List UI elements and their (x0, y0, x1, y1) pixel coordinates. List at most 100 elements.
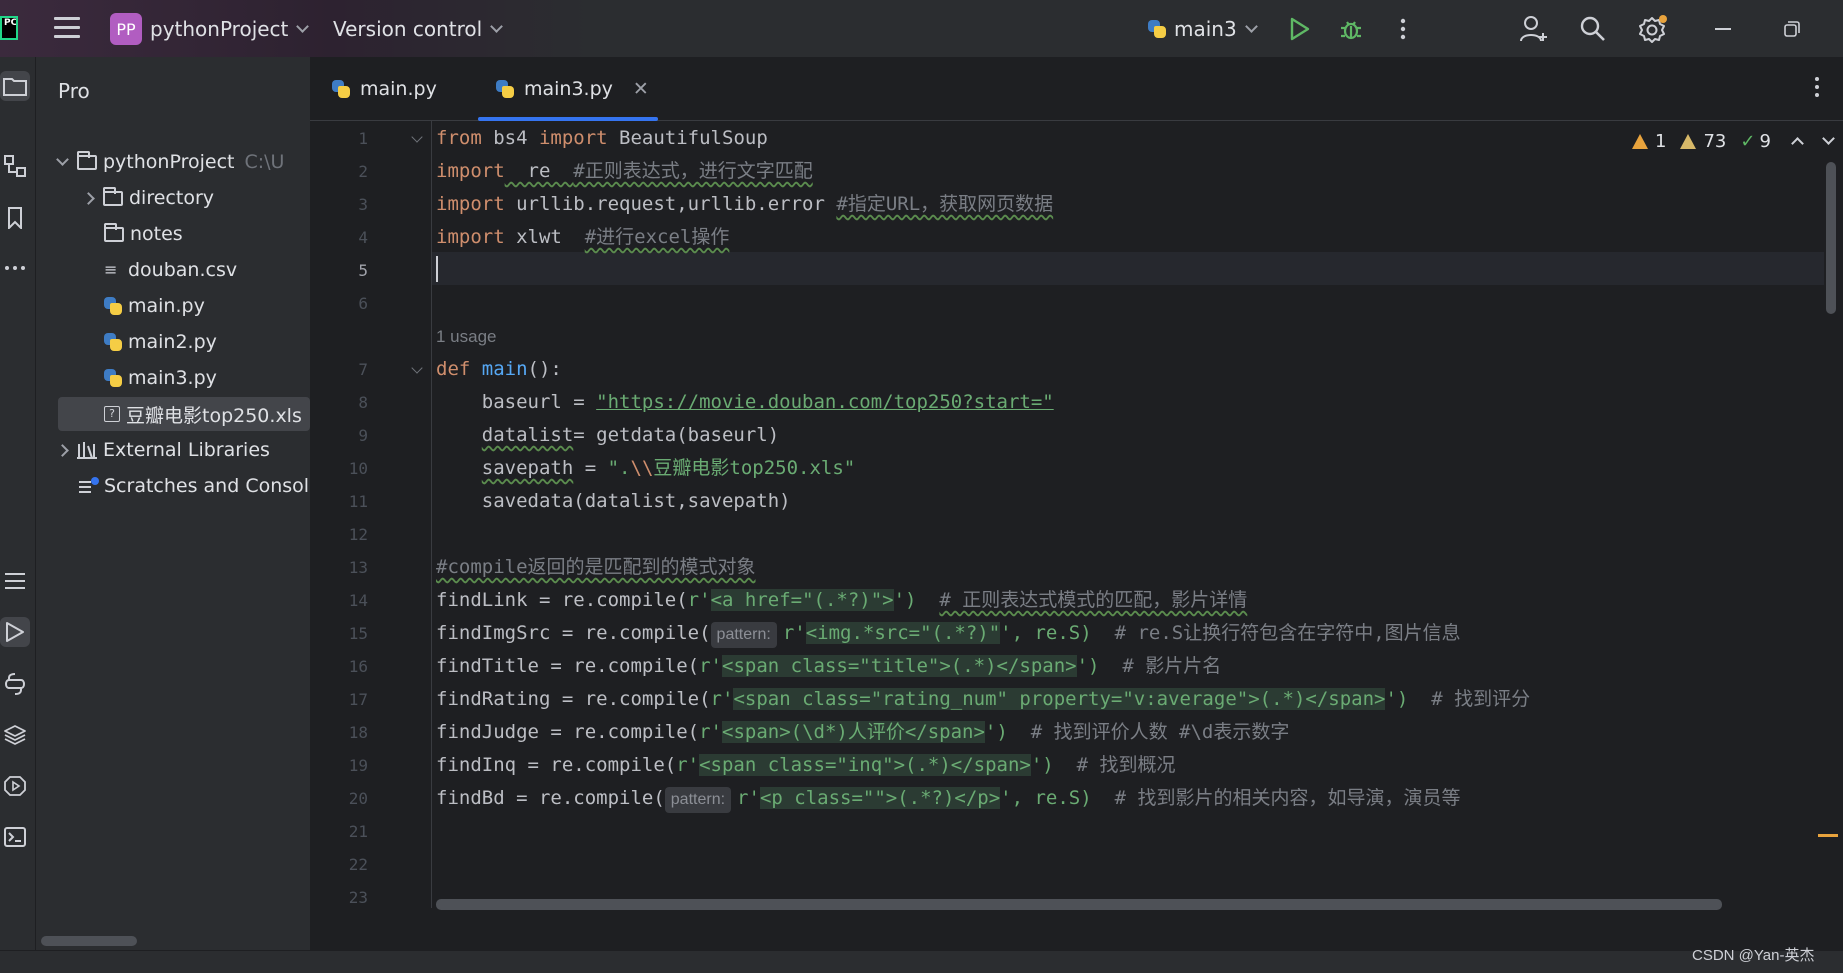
library-icon (77, 441, 97, 459)
project-badge[interactable]: PP (110, 13, 142, 45)
line-number: 8 (358, 393, 368, 412)
code-line-9: datalist= getdata(baseurl) (481, 424, 780, 446)
pane-title: Pro (58, 79, 90, 103)
project-horizontal-scrollbar[interactable] (41, 936, 137, 946)
editor-horizontal-scrollbar[interactable] (436, 899, 1722, 910)
tree-item-douban-csv[interactable]: ≡ douban.csv (36, 253, 310, 287)
terminal-icon[interactable] (0, 822, 30, 852)
tree-root-pythonproject[interactable]: pythonProject C:\U (36, 145, 310, 179)
main-menu-icon[interactable] (54, 17, 80, 39)
folder-icon (77, 150, 97, 170)
line-number: 18 (348, 723, 368, 742)
add-user-icon[interactable] (1519, 14, 1549, 44)
line-number: 1 (358, 129, 368, 148)
line-number: 20 (348, 789, 368, 808)
project-tool-window: Pro pythonProject C:\U directory notes ≡… (36, 57, 310, 950)
tab-main3-py[interactable]: main3.py ✕ (496, 57, 649, 121)
tree-item-label: Scratches and Consoles (104, 475, 310, 497)
scratches-icon (78, 476, 100, 496)
tree-item-label: main2.py (128, 331, 217, 353)
more-actions-icon[interactable] (1388, 14, 1418, 44)
bookmarks-icon[interactable] (0, 203, 30, 233)
editor-vertical-scrollbar[interactable] (1826, 162, 1836, 314)
code-line-1: from bs4 import BeautifulSoup (436, 127, 768, 149)
tree-item-label: 豆瓣电影top250.xls (126, 404, 302, 427)
line-number: 19 (348, 756, 368, 775)
tree-item-notes[interactable]: notes (36, 217, 310, 251)
tree-item-xls[interactable]: ? 豆瓣电影top250.xls (58, 397, 310, 431)
tab-main-py[interactable]: main.py (332, 57, 437, 121)
line-number: 10 (348, 459, 368, 478)
chevron-down-icon (1244, 19, 1258, 33)
tree-item-main3-py[interactable]: main3.py (36, 361, 310, 395)
python-icon (1148, 19, 1166, 38)
code-line-14: findLink = re.compile(r'<a href="(.*?)">… (436, 589, 1248, 611)
python-file-icon (496, 80, 514, 98)
line-number: 9 (358, 426, 368, 445)
line-number: 5 (358, 261, 368, 280)
status-bar (0, 950, 1843, 973)
chevron-down-icon[interactable] (56, 153, 69, 166)
line-number: 16 (348, 657, 368, 676)
code-editor[interactable]: from bs4 import BeautifulSoup import re … (432, 121, 1824, 908)
structure-icon[interactable] (0, 151, 30, 181)
project-name: pythonProject (150, 16, 289, 41)
line-number: 2 (358, 162, 368, 181)
tree-root-label: pythonProject (103, 151, 235, 173)
layers-icon[interactable] (0, 720, 30, 750)
tree-root-path: C:\U (244, 151, 285, 173)
code-line-4: import xlwt #进行excel操作 (436, 226, 730, 248)
tree-item-label: notes (130, 223, 183, 245)
python-packages-icon[interactable] (0, 669, 30, 699)
fold-chevron-icon[interactable] (411, 362, 423, 374)
services-icon[interactable] (0, 771, 30, 801)
search-icon[interactable] (1578, 14, 1608, 44)
tree-item-scratches[interactable]: Scratches and Consoles (36, 469, 310, 503)
chevron-right-icon[interactable] (82, 191, 95, 205)
close-icon[interactable]: ✕ (633, 78, 649, 100)
line-number: 15 (348, 624, 368, 643)
ide-logo-icon[interactable]: PC (0, 16, 18, 40)
debug-icon[interactable] (1336, 14, 1366, 44)
fold-chevron-icon[interactable] (411, 131, 423, 143)
settings-gear-icon[interactable] (1638, 14, 1668, 44)
code-line-11: savedata(datalist,savepath) (436, 490, 791, 512)
run-icon[interactable] (1285, 14, 1315, 44)
python-file-icon (104, 369, 122, 387)
version-control-menu[interactable]: Version control (333, 0, 504, 57)
caret-line-highlight (432, 252, 1824, 285)
previous-highlight-icon[interactable] (1791, 136, 1804, 150)
run-config-selector[interactable]: main3 (1148, 0, 1258, 57)
run-tool-icon[interactable] (0, 617, 30, 647)
code-line-16: findTitle = re.compile(r'<span class="ti… (436, 655, 1222, 677)
code-line-3: import urllib.request,urllib.error #指定UR… (436, 193, 1054, 215)
restore-window-icon[interactable] (1777, 14, 1807, 44)
chevron-right-icon[interactable] (56, 443, 69, 457)
warning-stripe-marker[interactable] (1818, 834, 1838, 837)
tree-item-external-libraries[interactable]: External Libraries (36, 433, 310, 467)
tree-item-main2-py[interactable]: main2.py (36, 325, 310, 359)
line-number: 22 (348, 855, 368, 874)
code-line-15: findImgSrc = re.compile(pattern: r'<img.*… (436, 617, 1461, 650)
param-inlay-hint: pattern: (664, 787, 732, 813)
line-number: 13 (348, 558, 368, 577)
line-number: 14 (348, 591, 368, 610)
chevron-down-icon (296, 19, 310, 33)
todo-list-icon[interactable] (0, 566, 30, 596)
chevron-down-icon (490, 19, 504, 33)
tree-item-directory[interactable]: directory (36, 181, 310, 215)
tab-options-icon[interactable] (1815, 77, 1821, 101)
inspection-widget[interactable]: 1 73 ✓ 9 (1632, 128, 1835, 154)
tree-item-main-py[interactable]: main.py (36, 289, 310, 323)
next-highlight-icon[interactable] (1822, 131, 1835, 145)
project-folder-icon[interactable] (0, 71, 30, 101)
warning-icon (1680, 133, 1697, 149)
editor-gutter[interactable]: 1 2 3 4 5 6 7 8 9 10 11 12 13 14 15 16 1… (310, 121, 432, 908)
error-icon (1632, 133, 1648, 149)
tree-item-label: douban.csv (128, 259, 238, 281)
more-tools-icon[interactable] (0, 253, 30, 283)
usage-inlay-hint[interactable]: 1 usage (436, 327, 497, 347)
code-line-7: def main(): (436, 358, 562, 380)
project-selector[interactable]: pythonProject (150, 0, 310, 57)
minimize-icon[interactable] (1708, 14, 1738, 44)
